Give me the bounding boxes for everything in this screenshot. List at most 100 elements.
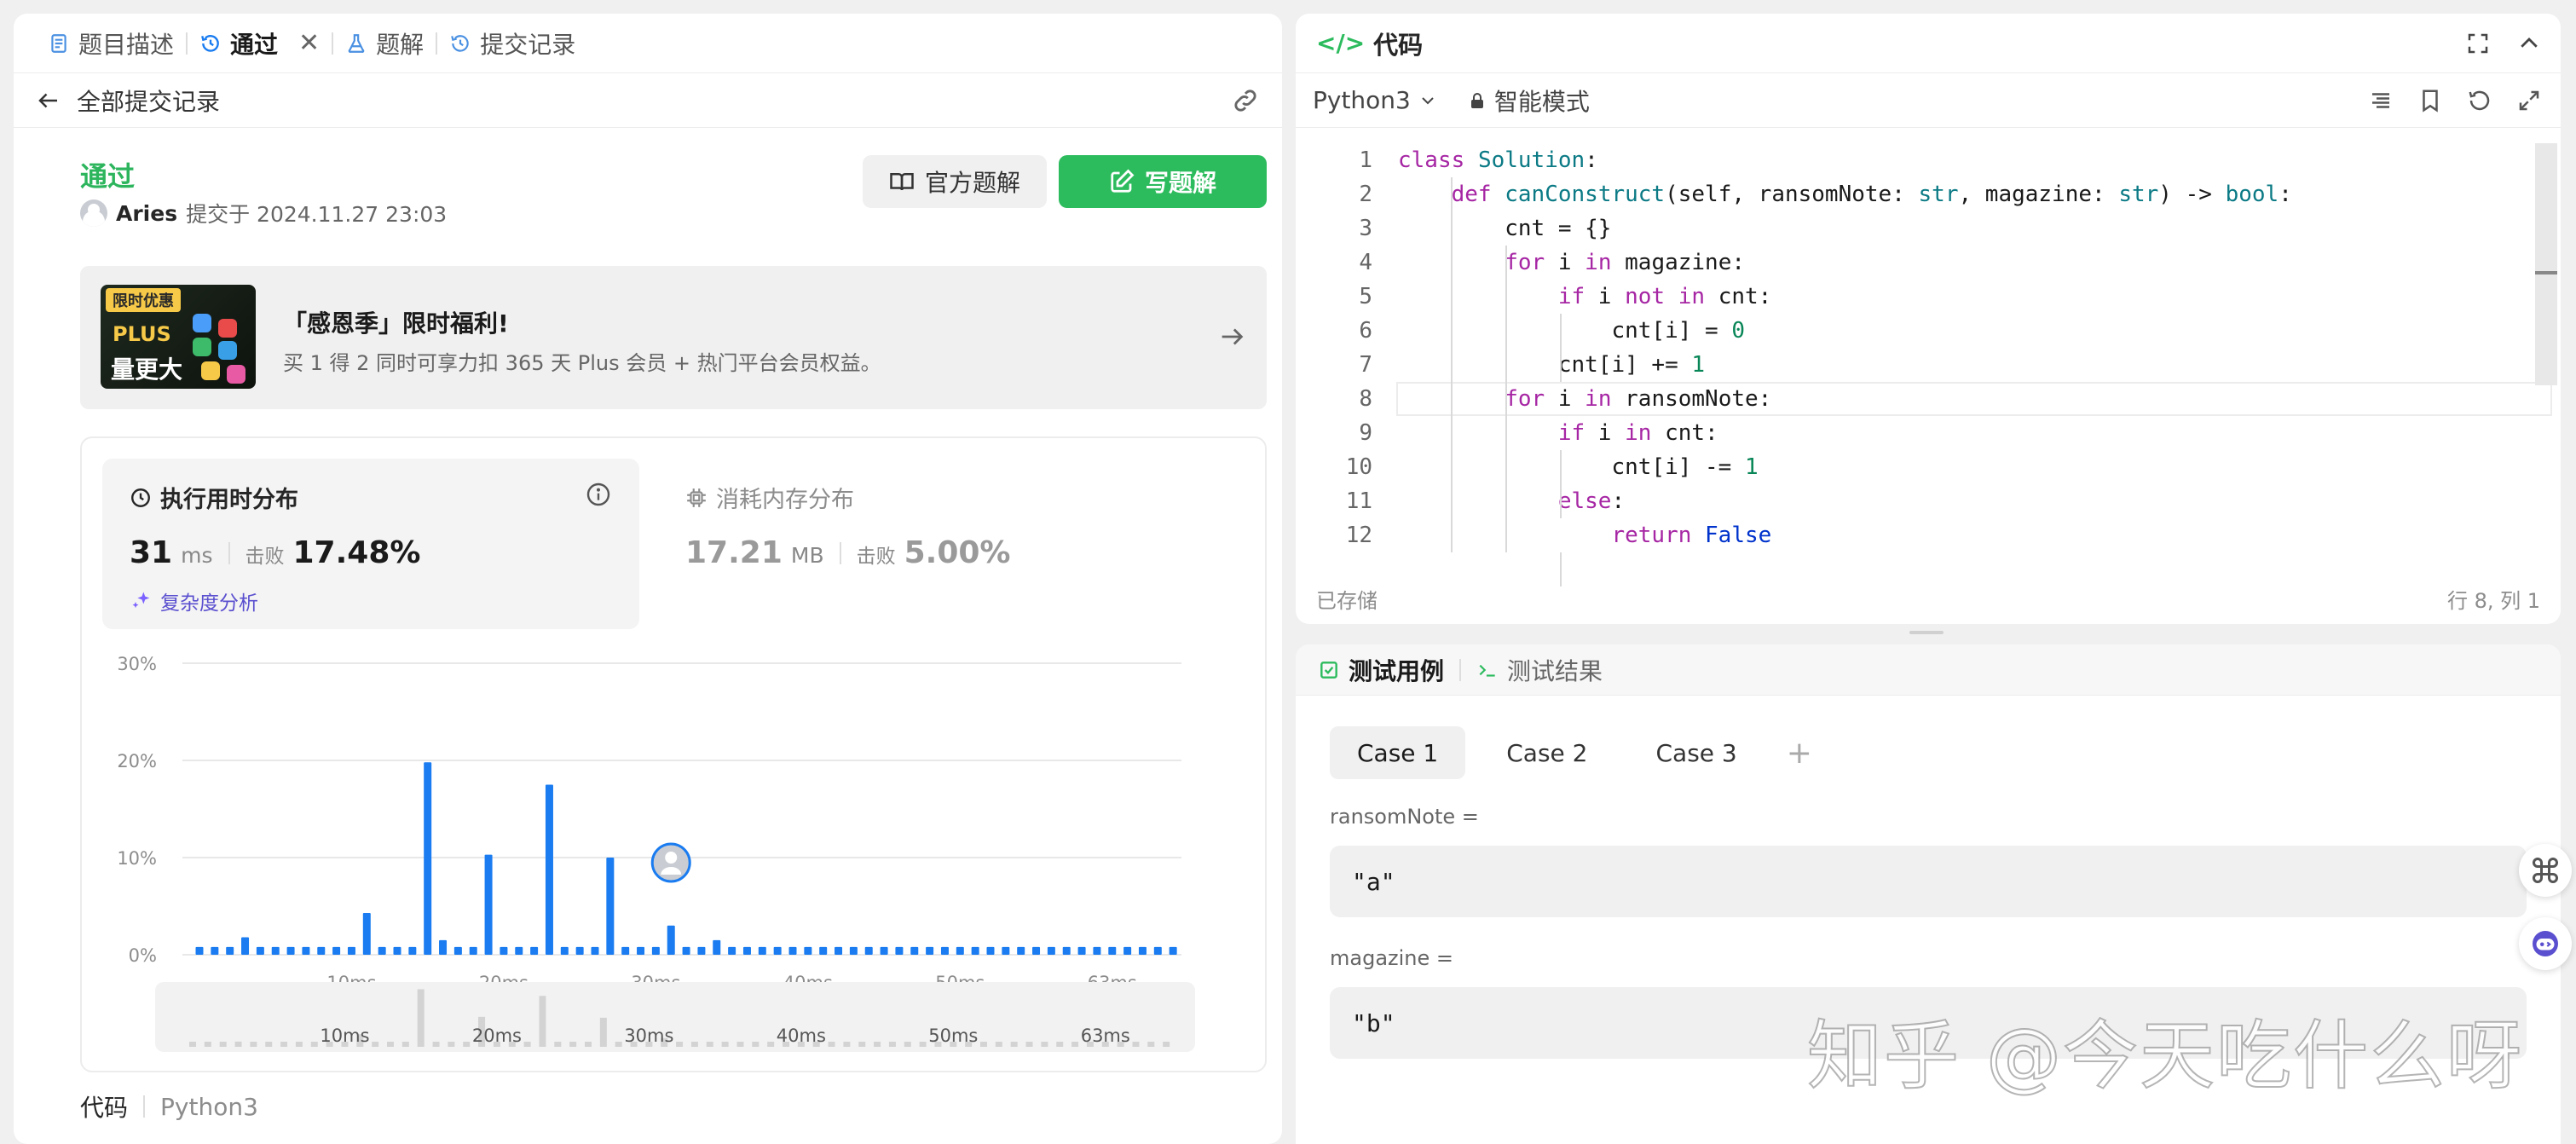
reset-icon[interactable]	[2467, 88, 2492, 113]
close-icon[interactable]: ✕	[298, 28, 320, 58]
field-label-ransomnote: ransomNote =	[1330, 805, 1479, 829]
code-line[interactable]: 4 for i in magazine:	[1296, 246, 2561, 280]
mini-bar	[1071, 1042, 1079, 1047]
arrow-left-icon[interactable]	[36, 88, 61, 113]
app-icon	[218, 319, 237, 338]
chevron-up-icon[interactable]	[2516, 31, 2542, 56]
tab-label: 题目描述	[78, 30, 175, 59]
button-label: 官方题解	[924, 169, 1020, 197]
bookmark-icon[interactable]	[2417, 88, 2443, 113]
code-text: else:	[1557, 488, 1626, 514]
submission-panel: 题目描述 通过 ✕ 题解 提交记录 全部提交记录 通过 Aries 提交于 20…	[14, 14, 1282, 1144]
promo-image: 限时优惠 PLUS 量更大	[101, 285, 256, 389]
case-tab-1[interactable]: Case 1	[1330, 726, 1466, 779]
line-number: 10	[1345, 454, 1372, 480]
line-number: 8	[1359, 386, 1372, 412]
promo-banner[interactable]: 限时优惠 PLUS 量更大 「感恩季」限时福利! 买 1 得 2 同时可享力扣 …	[80, 266, 1267, 409]
code-line[interactable]: 5 if i not in cnt:	[1296, 280, 2561, 314]
shortcuts-button[interactable]	[2519, 844, 2572, 897]
test-tab-bar: 测试用例 测试结果	[1296, 644, 2561, 696]
official-solution-button[interactable]: 官方题解	[863, 155, 1047, 208]
all-submissions-link[interactable]: 全部提交记录	[77, 84, 220, 118]
link-icon[interactable]	[1231, 86, 1260, 115]
author-name[interactable]: Aries	[116, 201, 177, 226]
tab-accepted[interactable]: 通过 ✕	[188, 14, 332, 72]
tab-test-cases[interactable]: 测试用例	[1318, 653, 1459, 687]
smart-mode-toggle[interactable]: 智能模式	[1467, 84, 1590, 118]
mini-bar	[417, 989, 425, 1047]
code-line[interactable]: 8 for i in ransomNote:	[1296, 382, 2561, 416]
code-line[interactable]: 2 def canConstruct(self, ransomNote: str…	[1296, 177, 2561, 211]
indent-guide	[1505, 246, 1507, 552]
code-area[interactable]: 1 class Solution: 2 def canConstruct(self,…	[1296, 143, 2561, 586]
mini-bar	[615, 1042, 622, 1047]
line-number: 3	[1359, 216, 1372, 241]
code-line[interactable]: 11 else:	[1296, 484, 2561, 518]
mini-bar	[1056, 1042, 1064, 1047]
promo-bigger: 量更大	[111, 355, 183, 384]
case-tab-2[interactable]: Case 2	[1479, 726, 1614, 779]
mini-bar	[843, 1042, 851, 1047]
case-tab-3[interactable]: Case 3	[1629, 726, 1765, 779]
line-number: 9	[1359, 420, 1372, 446]
promo-plus: PLUS	[113, 322, 171, 346]
mini-bar	[995, 1042, 1002, 1047]
book-icon	[890, 173, 914, 191]
checkbox-icon	[1320, 661, 1337, 679]
line-number: 6	[1359, 318, 1372, 344]
app-icon	[193, 314, 211, 332]
code-line[interactable]: 12 return False	[1296, 518, 2561, 552]
code-line[interactable]: 3 cnt = {}	[1296, 211, 2561, 246]
code-text: if i in cnt:	[1557, 420, 1718, 446]
mini-bar	[401, 1042, 409, 1047]
editor-toolbar: Python3 智能模式	[1296, 73, 2561, 128]
code-line[interactable]: 10 cnt[i] -= 1	[1296, 450, 2561, 484]
maximize-icon[interactable]	[2465, 31, 2491, 56]
mini-x-tick-label: 20ms	[472, 1026, 522, 1046]
submitted-time: 提交于 2024.11.27 23:03	[186, 202, 448, 227]
format-icon[interactable]	[2368, 88, 2394, 113]
mini-bar	[676, 1042, 684, 1047]
app-icon	[227, 365, 245, 384]
watermark: 知乎 @今天吃什么呀	[1806, 1011, 2523, 1101]
line-number: 1	[1359, 147, 1372, 173]
mini-bar	[387, 1042, 394, 1047]
tab-description[interactable]: 题目描述	[36, 14, 186, 72]
expand-icon[interactable]	[2516, 88, 2542, 113]
mini-bar	[265, 1042, 273, 1047]
divider	[143, 1095, 146, 1118]
editor-scrollbar[interactable]	[2535, 143, 2557, 385]
ransomnote-input[interactable]: "a"	[1330, 846, 2527, 917]
tab-solutions[interactable]: 题解	[333, 14, 436, 72]
code-line[interactable]: 7 cnt[i] += 1	[1296, 348, 2561, 382]
editor-window-controls	[2465, 31, 2561, 56]
code-text: for i in ransomNote:	[1505, 386, 1772, 412]
tab-test-results[interactable]: 测试结果	[1461, 653, 1618, 687]
add-case-icon[interactable]: +	[1787, 736, 1812, 771]
write-solution-button[interactable]: 写题解	[1059, 155, 1267, 208]
code-line[interactable]: 1 class Solution:	[1296, 143, 2561, 177]
mini-bar	[736, 1042, 744, 1047]
mini-bar	[554, 1042, 562, 1047]
assistant-button[interactable]	[2519, 917, 2572, 970]
code-line[interactable]: 9 if i in cnt:	[1296, 416, 2561, 450]
line-number: 12	[1345, 523, 1372, 548]
language-select[interactable]: Python3	[1313, 86, 1438, 114]
mini-bar	[539, 996, 546, 1047]
field-label-magazine: magazine =	[1330, 946, 1454, 970]
panel-resize-handle[interactable]	[1909, 631, 1944, 634]
chevron-down-icon	[1422, 96, 1434, 104]
left-tab-bar: 题目描述 通过 ✕ 题解 提交记录	[14, 14, 1282, 73]
line-number: 4	[1359, 250, 1372, 275]
tab-label: 提交记录	[480, 30, 576, 59]
code-text: def canConstruct(self, ransomNote: str, …	[1451, 182, 2292, 207]
code-line[interactable]: 6 cnt[i] = 0	[1296, 314, 2561, 348]
scrollbar-cursor-marker	[2535, 271, 2557, 274]
tab-label: 测试用例	[1349, 656, 1445, 685]
mini-bar	[1025, 1042, 1033, 1047]
mini-bar	[569, 1042, 577, 1047]
mini-bar	[599, 1017, 607, 1047]
tab-submissions[interactable]: 提交记录	[437, 14, 587, 72]
avatar	[80, 199, 107, 227]
code-language-footer: 代码 Python3	[80, 1089, 258, 1124]
